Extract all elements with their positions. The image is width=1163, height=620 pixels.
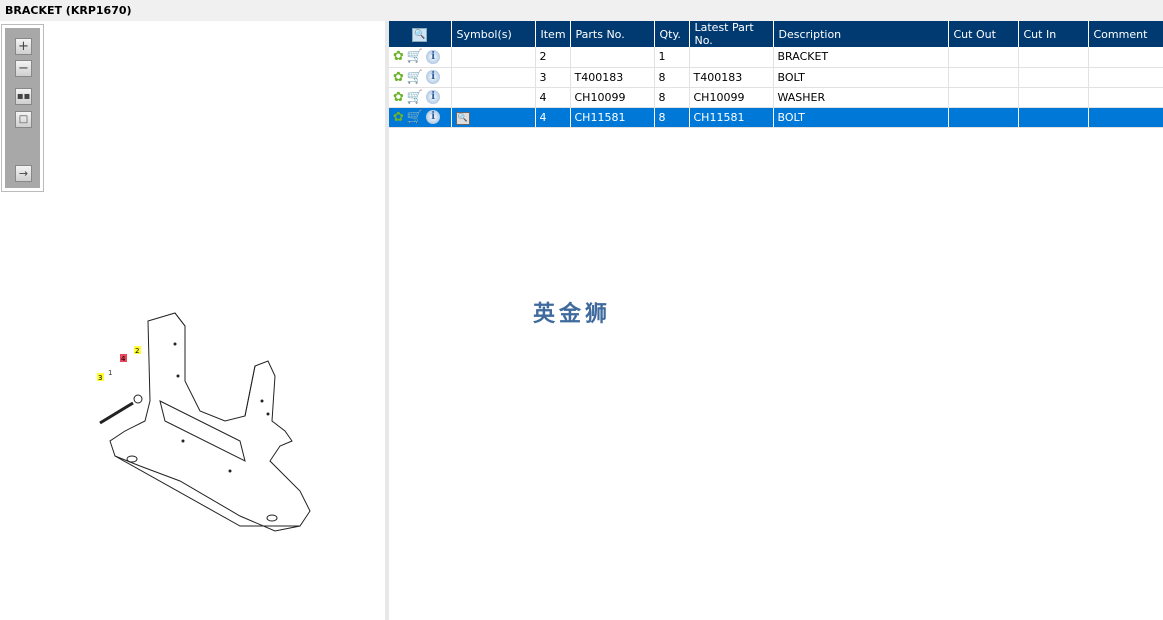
watermark: 英金狮 bbox=[533, 302, 612, 327]
description-cell: WASHER bbox=[773, 87, 949, 108]
cut-in-cell bbox=[1018, 47, 1089, 68]
latest-part-no-cell: CH11581 bbox=[689, 107, 774, 128]
symbols-cell bbox=[451, 47, 536, 68]
header-cut-in[interactable]: Cut In bbox=[1018, 21, 1089, 47]
gear-icon[interactable]: ✿ bbox=[393, 90, 404, 105]
qty-cell: 8 bbox=[654, 87, 690, 108]
item-cell: 4 bbox=[535, 107, 571, 128]
table-row[interactable]: ✿ 🛒 i 2 1 BRACKET bbox=[389, 47, 1163, 68]
parts-no-cell: CH10099 bbox=[570, 87, 655, 108]
qty-cell: 8 bbox=[654, 107, 690, 128]
info-icon[interactable]: i bbox=[426, 70, 441, 84]
parts-table: 🔍 Symbol(s) Item Parts No. Qty. Latest P… bbox=[389, 21, 1163, 128]
description-cell: BRACKET bbox=[773, 47, 949, 68]
comment-cell bbox=[1088, 107, 1163, 128]
cart-icon[interactable]: 🛒 bbox=[407, 70, 423, 85]
comment-cell bbox=[1088, 47, 1163, 68]
description-cell: BOLT bbox=[773, 67, 949, 88]
gear-icon[interactable]: ✿ bbox=[393, 49, 404, 64]
table-row[interactable]: ✿ 🛒 i 3 T400183 8 T400183 BOLT bbox=[389, 67, 1163, 88]
cart-icon[interactable]: 🛒 bbox=[407, 110, 423, 125]
parts-no-cell: CH11581 bbox=[570, 107, 655, 128]
cut-in-cell bbox=[1018, 107, 1089, 128]
header-comment[interactable]: Comment bbox=[1088, 21, 1163, 47]
symbols-cell bbox=[451, 87, 536, 108]
parts-no-cell: T400183 bbox=[570, 67, 655, 88]
callout-1: 1 bbox=[108, 369, 112, 377]
cart-icon[interactable]: 🛒 bbox=[407, 90, 423, 105]
header-cut-out[interactable]: Cut Out bbox=[948, 21, 1019, 47]
info-icon[interactable]: i bbox=[426, 49, 441, 64]
cart-icon[interactable]: 🛒 bbox=[407, 49, 423, 64]
header-search[interactable]: 🔍 bbox=[389, 21, 452, 47]
description-cell: BOLT bbox=[773, 107, 949, 128]
qty-cell: 1 bbox=[654, 47, 690, 68]
latest-part-no-cell: CH10099 bbox=[689, 87, 774, 108]
item-cell: 2 bbox=[535, 47, 571, 68]
comment-cell bbox=[1088, 87, 1163, 108]
svg-text:2: 2 bbox=[135, 347, 139, 355]
item-cell: 4 bbox=[535, 87, 571, 108]
header-symbols[interactable]: Symbol(s) bbox=[451, 21, 536, 47]
info-icon[interactable]: i bbox=[426, 90, 441, 104]
gear-icon[interactable]: ✿ bbox=[393, 110, 404, 125]
page-title: BRACKET (KRP1670) bbox=[0, 0, 1163, 21]
cut-out-cell bbox=[948, 107, 1019, 128]
cut-out-cell bbox=[948, 47, 1019, 68]
cut-out-cell bbox=[948, 87, 1019, 108]
qty-cell: 8 bbox=[654, 67, 690, 88]
diagram-panel: + − ▪▪ □ → 1 4 2 3 bbox=[0, 21, 385, 620]
symbol-book-icon[interactable]: 🔍 bbox=[455, 111, 470, 125]
parts-no-cell bbox=[570, 47, 655, 68]
bracket-diagram: 1 4 2 3 bbox=[97, 312, 311, 532]
header-qty[interactable]: Qty. bbox=[654, 21, 690, 47]
header-parts-no[interactable]: Parts No. bbox=[570, 21, 655, 47]
comment-cell bbox=[1088, 67, 1163, 88]
header-item[interactable]: Item bbox=[535, 21, 571, 47]
header-description[interactable]: Description bbox=[773, 21, 949, 47]
item-cell: 3 bbox=[535, 67, 571, 88]
latest-part-no-cell bbox=[689, 47, 774, 68]
table-row[interactable]: ✿ 🛒 i 4 CH10099 8 CH10099 WASHER bbox=[389, 87, 1163, 108]
svg-text:3: 3 bbox=[98, 374, 102, 382]
svg-text:4: 4 bbox=[121, 355, 126, 363]
symbols-cell bbox=[451, 67, 536, 88]
gear-icon[interactable]: ✿ bbox=[393, 70, 404, 85]
latest-part-no-cell: T400183 bbox=[689, 67, 774, 88]
info-icon[interactable]: i bbox=[426, 110, 441, 124]
header-latest-part-no[interactable]: Latest Part No. bbox=[689, 21, 774, 47]
cut-out-cell bbox=[948, 67, 1019, 88]
cut-in-cell bbox=[1018, 87, 1089, 108]
symbols-cell: 🔍 bbox=[451, 107, 536, 128]
search-icon: 🔍 bbox=[412, 27, 428, 42]
cut-in-cell bbox=[1018, 67, 1089, 88]
table-row[interactable]: ✿ 🛒 i 🔍 4 CH11581 8 CH11581 BOLT bbox=[389, 107, 1163, 128]
